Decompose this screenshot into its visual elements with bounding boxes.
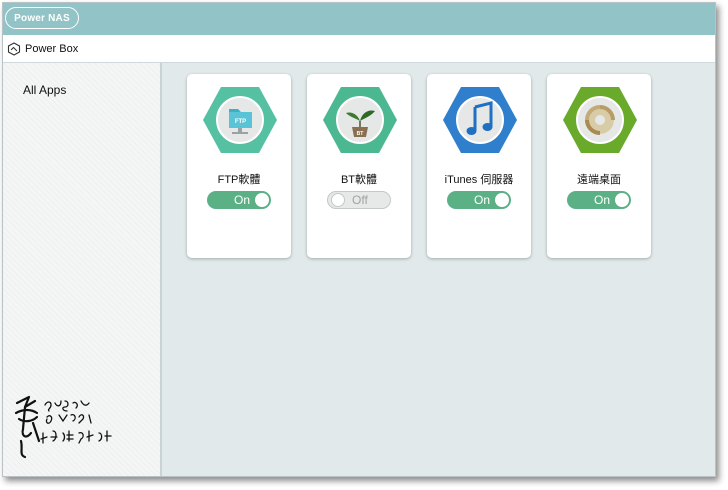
- toggle-knob-remote-desktop: [615, 193, 629, 207]
- toggle-itunes[interactable]: On: [447, 191, 511, 209]
- toggle-remote-desktop[interactable]: On: [567, 191, 631, 209]
- app-window: Power NAS Power Box All Apps FTP FTP軟體 O…: [2, 2, 716, 477]
- app-card-remote-desktop[interactable]: 遠端桌面 On: [547, 74, 651, 258]
- ftp-folder-icon: FTP: [202, 85, 278, 155]
- power-box-icon: [7, 41, 21, 56]
- sidebar: All Apps: [3, 63, 162, 476]
- bt-sprout-icon: BT: [322, 85, 398, 155]
- svg-text:BT: BT: [357, 131, 364, 137]
- section-bar: Power Box: [3, 35, 715, 63]
- handwritten-signature-watermark: [14, 395, 112, 459]
- app-name-bt: BT軟體: [340, 174, 378, 186]
- toggle-ftp[interactable]: On: [207, 191, 271, 209]
- remote-desktop-icon: [562, 85, 638, 155]
- svg-text:FTP: FTP: [235, 119, 246, 125]
- toggle-label-bt: Off: [352, 193, 368, 207]
- toggle-knob-ftp: [255, 193, 269, 207]
- top-bar: Power NAS: [3, 3, 715, 35]
- toggle-label-ftp: On: [234, 193, 251, 207]
- toggle-label-itunes: On: [474, 193, 491, 207]
- itunes-note-icon: [442, 85, 518, 155]
- app-card-itunes[interactable]: iTunes 伺服器 On: [427, 74, 531, 258]
- app-name-ftp: FTP軟體: [217, 174, 261, 186]
- app-card-bt[interactable]: BT BT軟體 Off: [307, 74, 411, 258]
- main-content: FTP FTP軟體 On BT BT軟體 Off iTunes 伺服器 On 遠…: [162, 63, 715, 476]
- app-name-itunes: iTunes 伺服器: [444, 174, 514, 186]
- toggle-label-remote-desktop: On: [594, 193, 611, 207]
- app-card-ftp[interactable]: FTP FTP軟體 On: [187, 74, 291, 258]
- sidebar-item-all-apps[interactable]: All Apps: [23, 83, 66, 97]
- toggle-knob-bt: [331, 193, 345, 207]
- app-name-remote-desktop: 遠端桌面: [577, 174, 621, 186]
- toggle-knob-itunes: [495, 193, 509, 207]
- toggle-bt[interactable]: Off: [327, 191, 391, 209]
- section-title: Power Box: [25, 42, 79, 55]
- logo-text: Power NAS: [14, 12, 70, 24]
- power-nas-logo[interactable]: Power NAS: [5, 7, 79, 29]
